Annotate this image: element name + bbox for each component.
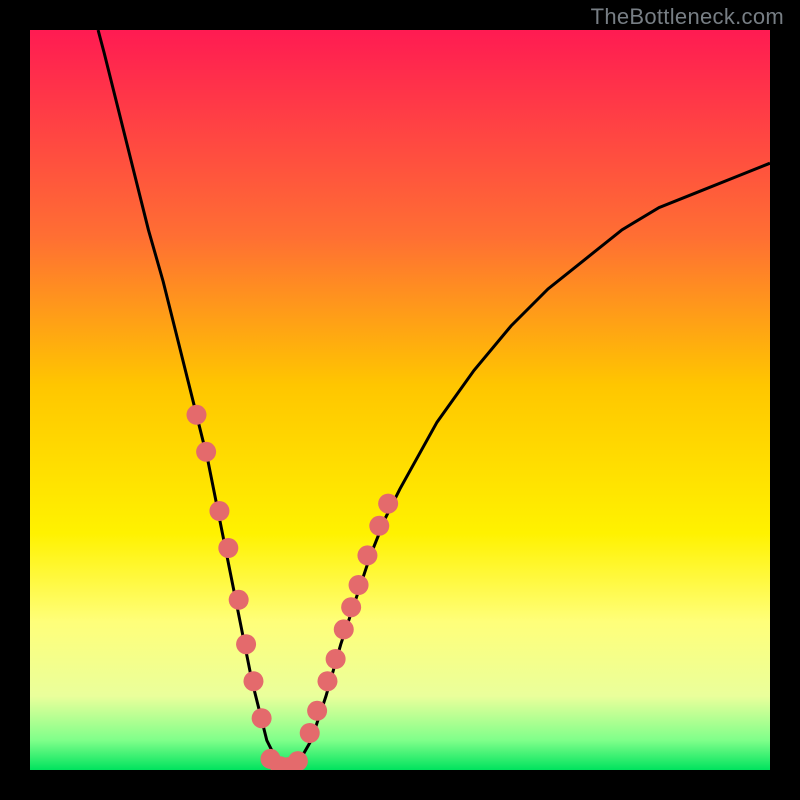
- scatter-point: [300, 723, 320, 743]
- scatter-point: [369, 516, 389, 536]
- chart-frame: TheBottleneck.com: [0, 0, 800, 800]
- gradient-bg: [30, 30, 770, 770]
- chart-svg: [30, 30, 770, 770]
- scatter-point: [378, 494, 398, 514]
- scatter-point: [243, 671, 263, 691]
- scatter-point: [307, 701, 327, 721]
- scatter-point: [196, 442, 216, 462]
- scatter-point: [334, 619, 354, 639]
- watermark-text: TheBottleneck.com: [591, 4, 784, 30]
- scatter-point: [252, 708, 272, 728]
- scatter-point: [229, 590, 249, 610]
- scatter-point: [236, 634, 256, 654]
- scatter-point: [187, 405, 207, 425]
- scatter-point: [341, 597, 361, 617]
- plot-area: [30, 30, 770, 770]
- scatter-point: [357, 545, 377, 565]
- scatter-point: [317, 671, 337, 691]
- scatter-point: [209, 501, 229, 521]
- scatter-point: [218, 538, 238, 558]
- scatter-point: [349, 575, 369, 595]
- scatter-point: [326, 649, 346, 669]
